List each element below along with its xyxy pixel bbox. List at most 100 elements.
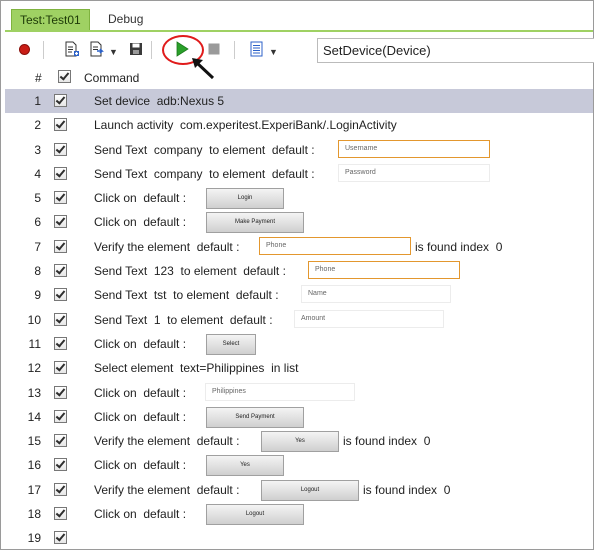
row-checkbox[interactable]: [54, 142, 67, 156]
toolbar-separator: [43, 41, 44, 59]
toolbar: ▼ ▼ SetDevice(Device): [5, 34, 594, 80]
row-checkbox[interactable]: [54, 385, 67, 399]
toolbar-separator: [234, 41, 235, 59]
element-thumbnail-button[interactable]: Send Payment: [206, 406, 304, 428]
column-header-number: #: [35, 71, 42, 85]
element-thumbnail-button[interactable]: Select: [206, 333, 256, 355]
command-row[interactable]: 7 Verify the element default : Phone is fou…: [5, 235, 593, 259]
command-row[interactable]: 8 Send Text 123 to element default : Phone: [5, 259, 593, 283]
new-step-button[interactable]: [63, 40, 81, 58]
element-thumbnail-button[interactable]: Logout: [206, 504, 304, 526]
save-button[interactable]: [127, 40, 145, 58]
command-row[interactable]: 17 Verify the element default : Logout is f…: [5, 478, 593, 502]
row-checkbox[interactable]: [54, 458, 67, 472]
command-row[interactable]: 9 Send Text tst to element default : Name: [5, 283, 593, 307]
row-checkbox[interactable]: [54, 507, 67, 521]
export-icon: [90, 41, 104, 57]
command-text: Verify the element default :: [94, 239, 240, 254]
row-checkbox[interactable]: [54, 94, 67, 107]
row-number: 7: [34, 239, 41, 254]
tab-debug[interactable]: Debug: [100, 9, 151, 30]
command-row[interactable]: 6 Click on default : Make Payment: [5, 210, 593, 234]
command-suffix-text: is found index 0: [415, 239, 503, 254]
element-thumbnail-button[interactable]: Make Payment: [206, 212, 304, 234]
row-number: 6: [34, 215, 41, 230]
command-row[interactable]: 3 Send Text company to element default : U…: [5, 138, 593, 162]
command-row[interactable]: 16 Click on default : Yes: [5, 453, 593, 477]
command-text: Click on default :: [94, 458, 187, 473]
document-icon: [250, 41, 263, 57]
element-thumbnail-button[interactable]: Yes: [206, 455, 284, 477]
row-checkbox[interactable]: [54, 288, 67, 302]
command-row[interactable]: 15 Verify the element default : Yes is foun…: [5, 429, 593, 453]
command-row[interactable]: 18 Click on default : Logout: [5, 502, 593, 526]
editor-window: Test:Test01 Debug ▼ ▼ SetDevice(Device) …: [0, 0, 594, 550]
command-text: Click on default :: [94, 215, 187, 230]
command-row[interactable]: 13 Click on default : Philippines: [5, 381, 593, 405]
command-row[interactable]: 14 Click on default : Send Payment: [5, 405, 593, 429]
element-thumbnail[interactable]: Name: [301, 285, 451, 304]
row-checkbox[interactable]: [54, 482, 67, 496]
row-number: 4: [34, 166, 41, 181]
row-number: 9: [34, 288, 41, 303]
document-button[interactable]: [248, 40, 266, 58]
row-number: 2: [34, 118, 41, 133]
chevron-down-icon[interactable]: ▼: [109, 47, 118, 57]
element-thumbnail[interactable]: Phone: [308, 261, 460, 280]
tab-test01[interactable]: Test:Test01: [11, 9, 90, 30]
table-header: # Command: [5, 65, 593, 89]
command-text: Click on default :: [94, 507, 187, 522]
row-checkbox[interactable]: [54, 264, 67, 278]
command-row[interactable]: 2 Launch activity com.experitest.ExperiBa…: [5, 113, 593, 137]
save-icon: [130, 43, 142, 55]
command-row[interactable]: 10 Send Text 1 to element default : Amount: [5, 308, 593, 332]
element-thumbnail-button[interactable]: Login: [206, 188, 284, 210]
column-header-command: Command: [84, 71, 140, 85]
command-row[interactable]: 1 Set device adb:Nexus 5: [5, 89, 593, 114]
row-number: 15: [27, 434, 41, 449]
command-row[interactable]: 5 Click on default : Login: [5, 186, 593, 210]
row-checkbox[interactable]: [54, 239, 67, 253]
command-text: Click on default :: [94, 191, 187, 206]
select-all-checkbox[interactable]: [58, 70, 71, 83]
command-text: Click on default :: [94, 385, 187, 400]
command-suffix-text: is found index 0: [343, 434, 431, 449]
row-checkbox[interactable]: [54, 118, 67, 132]
export-button[interactable]: [88, 40, 106, 58]
element-thumbnail[interactable]: Username: [338, 139, 490, 158]
element-thumbnail[interactable]: Amount: [294, 309, 444, 328]
command-row[interactable]: 4 Send Text company to element default : P…: [5, 162, 593, 186]
command-text: Send Text 123 to element default :: [94, 264, 286, 279]
command-suffix-text: is found index 0: [363, 482, 451, 497]
record-button[interactable]: [15, 40, 33, 58]
command-row[interactable]: 12 Select element text=Philippines in lis…: [5, 356, 593, 380]
command-row[interactable]: 11 Click on default : Select: [5, 332, 593, 356]
toolbar-separator: [151, 41, 152, 59]
record-icon: [18, 43, 30, 55]
chevron-down-icon[interactable]: ▼: [269, 47, 278, 57]
command-list: 1 Set device adb:Nexus 5 2 Launch activity …: [5, 89, 593, 551]
row-number: 3: [34, 142, 41, 157]
row-checkbox[interactable]: [54, 361, 67, 375]
command-text: Verify the element default :: [94, 434, 240, 449]
element-thumbnail[interactable]: Phone: [259, 236, 411, 255]
row-checkbox[interactable]: [54, 434, 67, 448]
element-thumbnail-button[interactable]: Yes: [261, 431, 339, 453]
row-checkbox[interactable]: [54, 191, 67, 205]
row-checkbox[interactable]: [54, 312, 67, 326]
element-thumbnail[interactable]: Philippines: [205, 382, 355, 401]
tab-bar: Test:Test01 Debug: [5, 7, 593, 31]
command-text: Send Text company to element default :: [94, 166, 315, 181]
element-thumbnail[interactable]: Password: [338, 163, 490, 182]
command-row[interactable]: 19: [5, 526, 593, 550]
row-checkbox[interactable]: [54, 409, 67, 423]
command-text: Send Text company to element default :: [94, 142, 315, 157]
row-checkbox[interactable]: [54, 166, 67, 180]
element-thumbnail-button[interactable]: Logout: [261, 479, 359, 501]
row-checkbox[interactable]: [54, 531, 67, 545]
row-checkbox[interactable]: [54, 215, 67, 229]
command-text: Verify the element default :: [94, 482, 240, 497]
command-text: Send Text 1 to element default :: [94, 312, 273, 327]
row-checkbox[interactable]: [54, 336, 67, 350]
command-input[interactable]: SetDevice(Device): [317, 38, 594, 63]
